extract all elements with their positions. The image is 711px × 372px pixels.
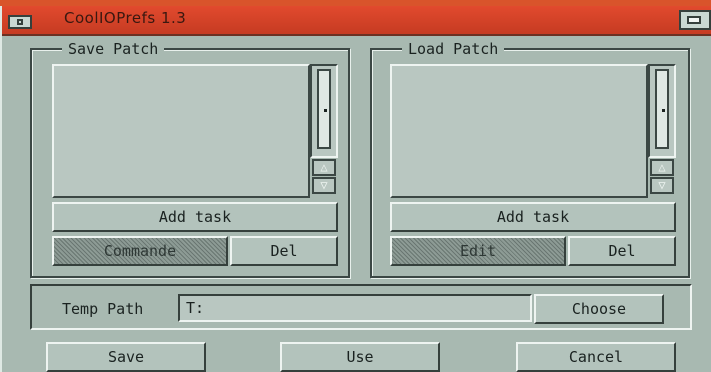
save-add-task-button[interactable]: Add task (52, 202, 338, 232)
title-bar[interactable]: CoolIOPrefs 1.3 (2, 6, 711, 36)
scrollbar-knob[interactable] (317, 69, 331, 149)
scroll-down-icon[interactable]: ▽ (312, 177, 336, 194)
depth-arrange-icon[interactable] (679, 10, 711, 30)
save-del-button[interactable]: Del (230, 236, 338, 266)
scroll-down-icon[interactable]: ▽ (650, 177, 674, 194)
close-icon[interactable] (8, 15, 32, 29)
edit-button[interactable]: Edit (390, 236, 566, 266)
temp-path-label: Temp Path (62, 300, 144, 318)
load-patch-scrollbar[interactable] (648, 64, 676, 158)
scroll-up-icon[interactable]: △ (312, 159, 336, 176)
save-patch-title: Save Patch (62, 40, 165, 58)
cancel-button[interactable]: Cancel (516, 342, 676, 372)
load-add-task-button[interactable]: Add task (390, 202, 676, 232)
use-button[interactable]: Use (280, 342, 440, 372)
scroll-up-icon[interactable]: △ (650, 159, 674, 176)
load-patch-title: Load Patch (402, 40, 505, 58)
load-del-button[interactable]: Del (568, 236, 676, 266)
save-button[interactable]: Save (46, 342, 206, 372)
save-patch-scrollbar[interactable] (310, 64, 338, 158)
prefs-window: CoolIOPrefs 1.3 Save Patch △ ▽ Add task … (0, 6, 711, 372)
choose-button[interactable]: Choose (534, 294, 664, 324)
save-patch-list[interactable] (52, 64, 310, 198)
scrollbar-knob[interactable] (655, 69, 669, 149)
commande-button[interactable]: Commande (52, 236, 228, 266)
temp-path-input[interactable]: T: (178, 294, 532, 322)
window-title: CoolIOPrefs 1.3 (64, 9, 187, 27)
load-patch-list[interactable] (390, 64, 648, 198)
